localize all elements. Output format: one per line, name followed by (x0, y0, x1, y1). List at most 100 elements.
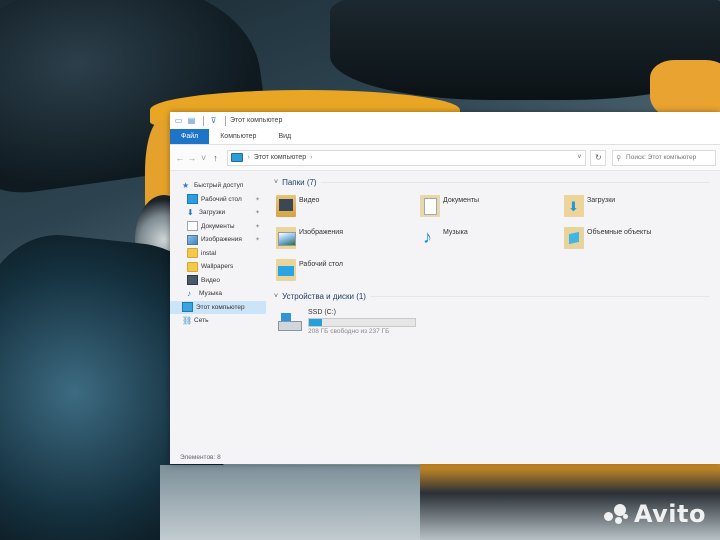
folder-tile-video[interactable]: Видео (276, 195, 420, 219)
sidebar-item-documents[interactable]: Документы ✦ (170, 220, 266, 234)
avito-wordmark: Avito (633, 500, 706, 528)
music-icon: ♪ (187, 288, 191, 298)
computer-icon (182, 302, 193, 313)
tab-view[interactable]: Вид (267, 129, 302, 144)
search-icon: ⚲ (616, 154, 622, 162)
sidebar-item-label: Музыка (199, 290, 222, 298)
drive-free-space: 208 ГБ свободно из 237 ГБ (308, 328, 390, 335)
divider (320, 181, 710, 183)
drive-icon (278, 309, 302, 331)
video-icon (187, 275, 198, 286)
tab-computer[interactable]: Компьютер (209, 129, 267, 144)
folder-label: Документы (443, 197, 480, 204)
document-icon (187, 221, 198, 232)
folder-icon (187, 261, 198, 272)
folder-tile-pictures[interactable]: Изображения (276, 227, 420, 251)
sidebar-item-music[interactable]: ♪ Музыка (170, 287, 266, 301)
folder-label: Объемные объекты (587, 229, 652, 236)
refresh-icon[interactable]: ↻ (590, 149, 607, 166)
chevron-down-icon[interactable]: ˅ (274, 179, 278, 186)
search-box[interactable]: ⚲ (612, 149, 717, 166)
avito-logo-icon (603, 502, 630, 526)
avito-watermark: Avito (603, 500, 706, 528)
computer-icon (231, 153, 244, 162)
sidebar-item-label: Изображения (201, 236, 242, 244)
divider (225, 115, 226, 126)
status-bar: Элементов: 8 (170, 450, 720, 464)
pin-icon: ✦ (254, 237, 260, 244)
divider (203, 115, 204, 126)
group-title: Устройства и диски (1) (282, 291, 366, 301)
drive-tile-c[interactable]: SSD (C:) 208 ГБ свободно из 237 ГБ (278, 309, 720, 335)
sidebar-item-network[interactable]: ⛓ Сеть (170, 314, 266, 328)
folders-grid: Видео Документы Загрузки Изображения Муз… (276, 195, 720, 283)
chevron-down-icon[interactable]: ˅ (274, 293, 278, 300)
sidebar-item-label: Быстрый доступ (194, 182, 244, 190)
ribbon-tabs: Файл Компьютер Вид (170, 129, 720, 145)
sidebar-item-label: instal (201, 249, 217, 257)
address-bar-row: ← → ˅ ↑ › Этот компьютер › ˅ ↻ ⚲ (170, 145, 720, 171)
folder-icon (187, 248, 198, 259)
properties-icon[interactable]: ▤ (186, 115, 197, 126)
navigation-pane: ★ Быстрый доступ Рабочий стол ✦ ⬇ Загруз… (170, 171, 266, 441)
3d-objects-folder-icon (564, 227, 584, 249)
drives-group-header[interactable]: ˅ Устройства и диски (1) (274, 289, 720, 303)
sidebar-item-desktop[interactable]: Рабочий стол ✦ (170, 193, 266, 207)
folder-tile-downloads[interactable]: Загрузки (564, 195, 708, 219)
wallpaper-floor (160, 465, 420, 540)
breadcrumb-chevron-icon[interactable]: › (310, 154, 312, 161)
folder-label: Загрузки (587, 197, 616, 204)
drive-usage-fill (309, 319, 322, 326)
folder-tile-desktop[interactable]: Рабочий стол (276, 259, 420, 283)
explorer-body: ★ Быстрый доступ Рабочий стол ✦ ⬇ Загруз… (170, 171, 720, 441)
sidebar-item-label: Видео (201, 276, 220, 284)
desktop-folder-icon (276, 259, 296, 281)
pictures-folder-icon (276, 227, 296, 249)
sidebar-item-video[interactable]: Видео (170, 274, 266, 288)
back-arrow-icon[interactable]: ← (174, 153, 186, 163)
downloads-folder-icon (564, 195, 584, 217)
group-title: Папки (7) (282, 177, 317, 187)
sidebar-item-label: Рабочий стол (201, 195, 242, 203)
pin-icon: ✦ (254, 223, 260, 230)
star-icon: ★ (182, 180, 190, 190)
folder-label: Видео (299, 197, 320, 204)
folder-tile-music[interactable]: Музыка (420, 227, 564, 251)
content-pane: ˅ Папки (7) Видео Документы Загрузки (266, 171, 720, 441)
divider (369, 295, 710, 297)
pin-icon: ✦ (254, 196, 260, 203)
sidebar-item-downloads[interactable]: ⬇ Загрузки ✦ (170, 206, 266, 220)
desktop-icon (187, 194, 198, 205)
forward-arrow-icon[interactable]: → (186, 153, 198, 163)
sidebar-item-label: Документы (201, 222, 235, 230)
window-title: Этот компьютер (230, 117, 283, 124)
sidebar-item-wallpapers[interactable]: Wallpapers (170, 260, 266, 274)
customize-toolbar-icon[interactable]: ⊽ (208, 115, 219, 126)
address-path[interactable]: › Этот компьютер › ˅ (227, 149, 587, 166)
computer-icon: ▭ (174, 116, 183, 125)
drive-name: SSD (C:) (308, 309, 336, 316)
sidebar-item-pictures[interactable]: Изображения ✦ (170, 233, 266, 247)
recent-locations-chevron-icon[interactable]: ˅ (198, 153, 210, 163)
folder-tile-3d-objects[interactable]: Объемные объекты (564, 227, 708, 251)
sidebar-item-quick-access[interactable]: ★ Быстрый доступ (170, 179, 266, 193)
music-folder-icon (420, 227, 440, 249)
folder-label: Изображения (299, 229, 343, 236)
breadcrumb-this-pc[interactable]: Этот компьютер (254, 154, 306, 161)
breadcrumb-chevron-icon[interactable]: › (247, 154, 249, 161)
folder-label: Рабочий стол (299, 261, 343, 268)
sidebar-item-label: Загрузки (199, 209, 226, 217)
file-explorer-window: ▭ ▤ ⊽ Этот компьютер Файл Компьютер Вид … (170, 112, 720, 464)
folder-label: Музыка (443, 229, 468, 236)
pin-icon: ✦ (254, 210, 260, 217)
sidebar-item-this-pc[interactable]: Этот компьютер (170, 300, 266, 314)
tab-file[interactable]: Файл (170, 129, 210, 144)
search-input[interactable] (624, 153, 709, 162)
chevron-down-icon[interactable]: ˅ (577, 154, 581, 161)
folders-group-header[interactable]: ˅ Папки (7) (274, 175, 720, 189)
sidebar-item-label: Wallpapers (201, 263, 234, 271)
up-arrow-icon[interactable]: ↑ (210, 153, 222, 163)
sidebar-item-label: Сеть (194, 317, 209, 325)
folder-tile-documents[interactable]: Документы (420, 195, 564, 219)
sidebar-item-instal[interactable]: instal (170, 247, 266, 261)
